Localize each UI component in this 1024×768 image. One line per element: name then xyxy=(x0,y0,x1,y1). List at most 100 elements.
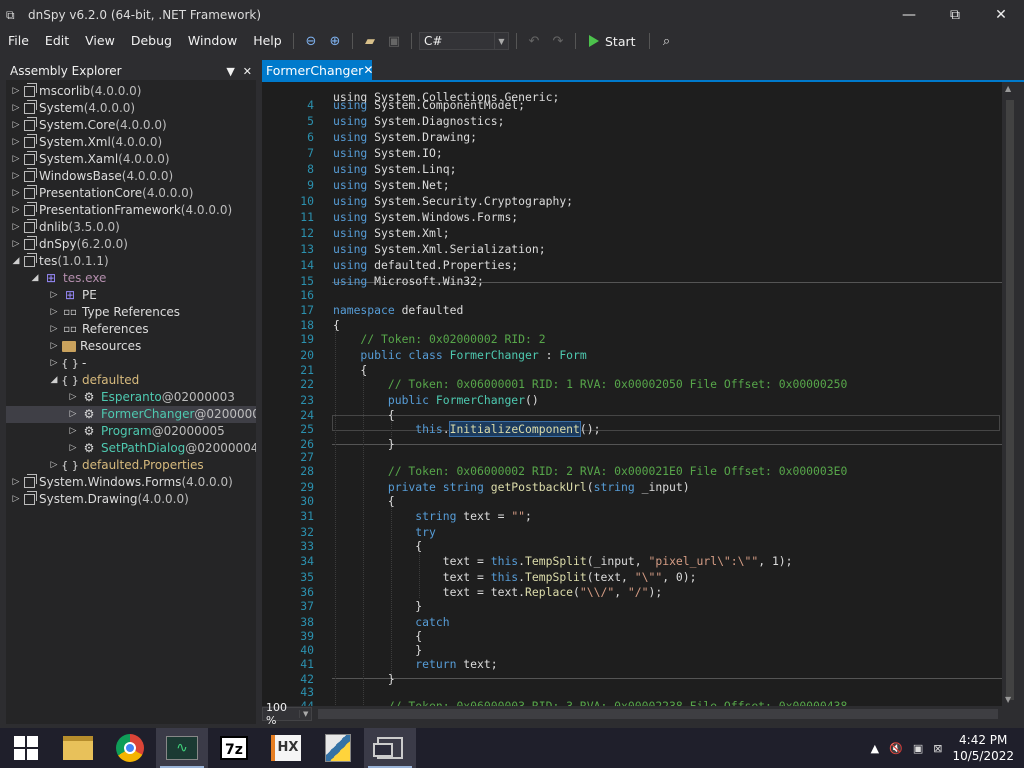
tree-node[interactable]: ▷ WindowsBase (4.0.0.0) xyxy=(6,168,256,185)
chrome-icon[interactable] xyxy=(104,728,156,768)
start-debug-button[interactable]: Start xyxy=(583,34,642,49)
panel-close-icon[interactable]: ✕ xyxy=(243,65,252,78)
collapsed-chevron-icon[interactable]: ▷ xyxy=(67,406,79,423)
save-icon[interactable]: ▣ xyxy=(384,31,404,51)
expanded-chevron-icon[interactable]: ◢ xyxy=(29,270,41,287)
tree-node[interactable]: ◢{ } defaulted xyxy=(6,372,256,389)
back-icon[interactable]: ⊖ xyxy=(301,31,321,51)
tree-node[interactable]: ▷ dnSpy (6.2.0.0) xyxy=(6,236,256,253)
zoom-select[interactable]: 100 % ▼ xyxy=(262,701,312,727)
tree-node[interactable]: ▷ Resources xyxy=(6,338,256,355)
tree-node[interactable]: ▷{ } defaulted.Properties xyxy=(6,457,256,474)
scroll-up-icon[interactable]: ▲ xyxy=(1005,84,1011,93)
code-token[interactable]: getPostbackUrl xyxy=(491,480,587,494)
collapsed-chevron-icon[interactable]: ▷ xyxy=(48,457,60,474)
file-explorer-icon[interactable] xyxy=(52,728,104,768)
collapsed-chevron-icon[interactable]: ▷ xyxy=(48,355,60,372)
tree-node[interactable]: ▷ ⚙ FormerChanger @02000002 xyxy=(6,406,268,423)
notification-icon[interactable]: ⊠ xyxy=(933,742,942,755)
code-token[interactable]: FormerChanger xyxy=(436,393,525,407)
code-token[interactable]: Form xyxy=(559,348,586,362)
scroll-thumb[interactable] xyxy=(1006,100,1014,700)
tree-node[interactable]: ▷ ⊞ PE xyxy=(6,287,256,304)
collapsed-chevron-icon[interactable]: ▷ xyxy=(10,83,22,100)
dnspy-icon[interactable] xyxy=(364,728,416,768)
code-token[interactable]: TempSplit xyxy=(525,570,587,584)
menu-file[interactable]: File xyxy=(0,30,37,52)
collapsed-chevron-icon[interactable]: ▷ xyxy=(48,321,60,338)
collapsed-chevron-icon[interactable]: ▷ xyxy=(48,287,60,304)
tree-node[interactable]: ▷ System.Core (4.0.0.0) xyxy=(6,117,256,134)
collapsed-chevron-icon[interactable]: ▷ xyxy=(10,134,22,151)
collapsed-chevron-icon[interactable]: ▷ xyxy=(67,389,79,406)
collapsed-chevron-icon[interactable]: ▷ xyxy=(10,474,22,491)
close-button[interactable]: ✕ xyxy=(978,0,1024,30)
collapsed-chevron-icon[interactable]: ▷ xyxy=(10,117,22,134)
tree-node[interactable]: ▷ System.Windows.Forms (4.0.0.0) xyxy=(6,474,256,491)
collapsed-chevron-icon[interactable]: ▷ xyxy=(10,202,22,219)
start-button[interactable] xyxy=(0,728,52,768)
collapsed-chevron-icon[interactable]: ▷ xyxy=(10,168,22,185)
collapsed-chevron-icon[interactable]: ▷ xyxy=(48,304,60,321)
tab-close-icon[interactable]: ✕ xyxy=(363,63,373,77)
volume-muted-icon[interactable]: 🔇 xyxy=(889,742,903,755)
collapsed-chevron-icon[interactable]: ▷ xyxy=(10,185,22,202)
python-icon[interactable] xyxy=(312,728,364,768)
code-token[interactable]: Replace xyxy=(525,585,573,599)
tree-node[interactable]: ▷ ▫▫ References xyxy=(6,321,256,338)
tree-node[interactable]: ▷ dnlib (3.5.0.0) xyxy=(6,219,256,236)
collapsed-chevron-icon[interactable]: ▷ xyxy=(10,151,22,168)
tree-node[interactable]: ▷ ⚙ SetPathDialog @02000004 xyxy=(6,440,259,457)
code-editor[interactable]: using System.Collections.Generic; 4 using… xyxy=(262,82,1002,706)
vertical-scrollbar[interactable]: ▲ ▼ xyxy=(1002,82,1018,706)
tree-node[interactable]: ▷ System.Xml (4.0.0.0) xyxy=(6,134,256,151)
tree-node[interactable]: ▷ ⚙ Program @02000005 xyxy=(6,423,256,440)
language-select[interactable]: C# ▼ xyxy=(419,32,509,50)
search-icon[interactable]: ⌕ xyxy=(657,31,677,51)
collapsed-chevron-icon[interactable]: ▷ xyxy=(48,338,60,355)
minimize-button[interactable]: — xyxy=(886,0,932,30)
tree-node[interactable]: ▷ System (4.0.0.0) xyxy=(6,100,256,117)
collapsed-chevron-icon[interactable]: ▷ xyxy=(10,491,22,508)
activity-monitor-icon[interactable]: ∿ xyxy=(156,728,208,768)
code-token[interactable]: InitializeComponent xyxy=(448,421,581,437)
tree-node[interactable]: ▷ PresentationCore (4.0.0.0) xyxy=(6,185,256,202)
open-icon[interactable]: ▰ xyxy=(360,31,380,51)
tree-node[interactable]: ▷ mscorlib (4.0.0.0) xyxy=(6,83,256,100)
collapsed-chevron-icon[interactable]: ▷ xyxy=(67,440,79,457)
collapsed-chevron-icon[interactable]: ▷ xyxy=(10,100,22,117)
hxd-icon[interactable]: HX xyxy=(260,728,312,768)
panel-menu-icon[interactable]: ▼ xyxy=(226,65,234,78)
menu-debug[interactable]: Debug xyxy=(123,30,180,52)
collapsed-chevron-icon[interactable]: ▷ xyxy=(10,236,22,253)
code-token[interactable]: TempSplit xyxy=(525,554,587,568)
horizontal-scrollbar[interactable] xyxy=(318,709,998,719)
tree-node[interactable]: ▷ ⚙ Esperanto @02000003 xyxy=(6,389,256,406)
forward-icon[interactable]: ⊕ xyxy=(325,31,345,51)
redo-icon[interactable]: ↷ xyxy=(548,31,568,51)
tree-node[interactable]: ▷ System.Drawing (4.0.0.0) xyxy=(6,491,256,508)
scroll-down-icon[interactable]: ▼ xyxy=(1005,695,1011,704)
7zip-icon[interactable]: 7z xyxy=(208,728,260,768)
collapsed-chevron-icon[interactable]: ▷ xyxy=(10,219,22,236)
menu-view[interactable]: View xyxy=(77,30,123,52)
menu-window[interactable]: Window xyxy=(180,30,245,52)
menu-edit[interactable]: Edit xyxy=(37,30,77,52)
menu-help[interactable]: Help xyxy=(245,30,290,52)
tree-node[interactable]: ▷{ } - xyxy=(6,355,256,372)
tree-node[interactable]: ◢ ⊞ tes.exe xyxy=(6,270,256,287)
tray-expand-icon[interactable]: ▲ xyxy=(871,742,879,755)
code-token[interactable]: FormerChanger xyxy=(450,348,539,362)
expanded-chevron-icon[interactable]: ◢ xyxy=(48,372,60,389)
tree-node[interactable]: ▷ ▫▫ Type References xyxy=(6,304,256,321)
expanded-chevron-icon[interactable]: ◢ xyxy=(10,253,22,270)
collapsed-chevron-icon[interactable]: ▷ xyxy=(67,423,79,440)
maximize-button[interactable]: ⧉ xyxy=(932,0,978,30)
tree-node[interactable]: ▷ System.Xaml (4.0.0.0) xyxy=(6,151,256,168)
network-icon[interactable]: ▣ xyxy=(913,742,923,755)
clock[interactable]: 4:42 PM 10/5/2022 xyxy=(952,732,1014,764)
tree-node[interactable]: ▷ PresentationFramework (4.0.0.0) xyxy=(6,202,256,219)
tab-formerchanger[interactable]: FormerChanger ✕ xyxy=(262,60,373,80)
tree-node[interactable]: ◢ tes (1.0.1.1) xyxy=(6,253,256,270)
undo-icon[interactable]: ↶ xyxy=(524,31,544,51)
